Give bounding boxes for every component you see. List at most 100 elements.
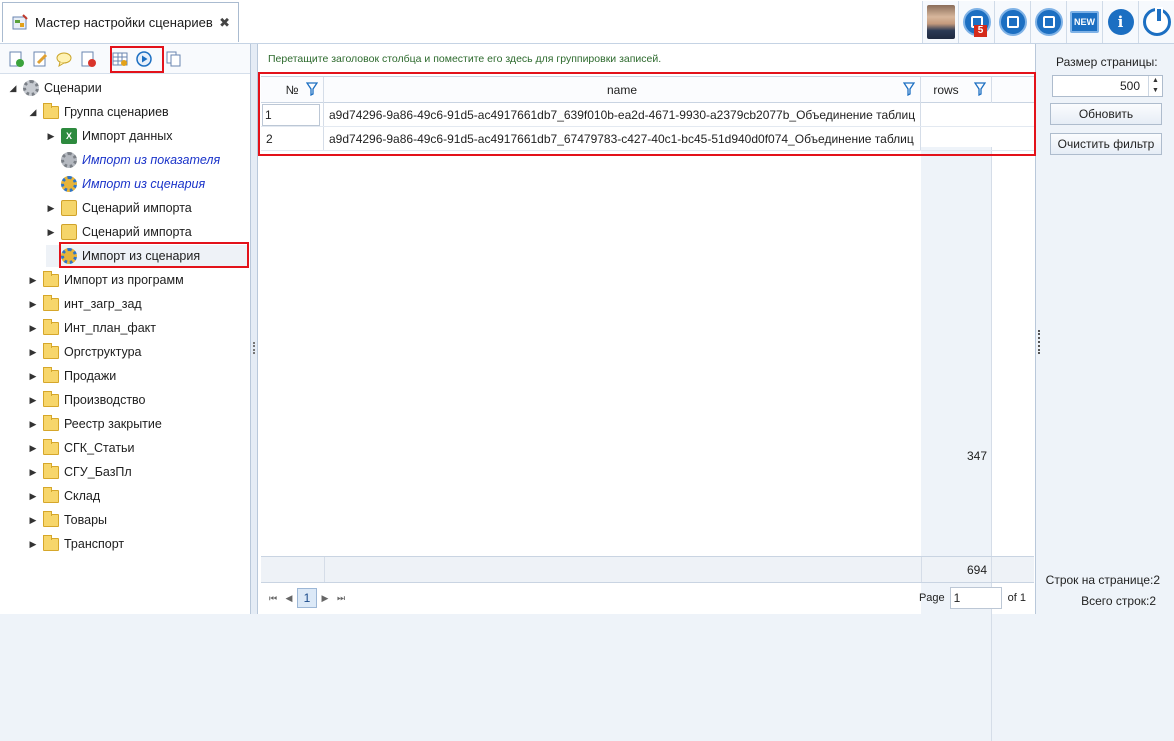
grid-icon — [998, 8, 1027, 36]
tree-folder[interactable]: ▶ Транспорт — [28, 533, 124, 555]
tree-item[interactable]: ▶ Сценарий импорта — [46, 221, 192, 243]
tree-root[interactable]: ◢ Сценарии — [8, 77, 102, 99]
tree-folder[interactable]: ▶ Инт_план_факт — [28, 317, 156, 339]
tree-item[interactable]: ▶ Сценарий импорта — [46, 197, 192, 219]
edit-icon[interactable] — [30, 49, 50, 69]
gear-icon — [61, 152, 77, 168]
gear-icon — [23, 80, 39, 96]
notifications-button[interactable]: 5 — [958, 1, 994, 43]
add-icon[interactable] — [6, 49, 26, 69]
copy-icon[interactable] — [164, 49, 184, 69]
folder-icon — [43, 294, 59, 311]
scenario-tree-panel: ◢ Сценарии ◢ Группа сценариев ▶ X Импорт… — [0, 44, 251, 614]
first-page-icon[interactable]: ⏮ — [265, 589, 281, 607]
collapse-arrow-icon[interactable]: ▶ — [28, 443, 38, 454]
toolbar-highlight — [110, 46, 164, 73]
folder-icon — [43, 318, 59, 335]
new-button[interactable]: NEW — [1066, 1, 1102, 43]
tree-folder[interactable]: ▶ СГК_Статьи — [28, 437, 135, 459]
wizard-icon — [12, 13, 28, 29]
tree-folder[interactable]: ▶ инт_загр_зад — [28, 293, 142, 315]
collapse-arrow-icon[interactable]: ▶ — [28, 323, 38, 334]
tree-folder[interactable]: ▶ Продажи — [28, 365, 116, 387]
collapse-arrow-icon[interactable]: ▶ — [28, 371, 38, 382]
total-rows-status: Всего строк:2 — [1081, 594, 1156, 608]
tree-folder-label: Инт_план_факт — [64, 321, 157, 335]
tree-folder[interactable]: ▶ СГУ_БазПл — [28, 461, 132, 483]
tree-group[interactable]: ◢ Группа сценариев — [28, 101, 169, 123]
gear-blue-icon — [61, 176, 77, 192]
script-icon — [61, 224, 77, 240]
tree-item-label: Сценарий импорта — [82, 225, 192, 239]
page-input[interactable]: 1 — [949, 587, 1002, 609]
close-icon[interactable]: ✖ — [219, 15, 230, 31]
tree-folder[interactable]: ▶ Склад — [28, 485, 100, 507]
group-by-hint[interactable]: Перетащите заголовок столбца и поместите… — [268, 53, 661, 65]
page-size-value: 500 — [1119, 79, 1140, 93]
tree-item[interactable]: ▶ X Импорт данных — [46, 125, 172, 147]
folder-icon — [43, 414, 59, 431]
tree-folder-label: Транспорт — [64, 537, 125, 551]
page-size-label: Размер страницы: — [1056, 55, 1158, 69]
collapse-arrow-icon[interactable]: ▶ — [28, 539, 38, 550]
collapse-arrow-icon[interactable]: ▶ — [28, 395, 38, 406]
info-button[interactable]: i — [1102, 1, 1138, 43]
page-label: Page — [918, 592, 945, 604]
folder-icon — [43, 534, 59, 551]
current-page-button[interactable]: 1 — [297, 588, 317, 608]
top-bar: Мастер настройки сценариев ✖ 5 NEW i — [0, 0, 1174, 44]
folder-icon — [43, 270, 59, 287]
tree-folder[interactable]: ▶ Товары — [28, 509, 107, 531]
power-icon — [1142, 7, 1171, 36]
tree-folder-label: СГК_Статьи — [64, 441, 135, 455]
collapse-arrow-icon[interactable]: ▶ — [46, 227, 56, 238]
collapse-arrow-icon[interactable]: ▶ — [28, 347, 38, 358]
collapse-arrow-icon[interactable]: ▶ — [46, 131, 56, 142]
tree-folder-label: Импорт из программ — [64, 273, 184, 287]
last-page-icon[interactable]: ⏭ — [333, 589, 349, 607]
tree-item-label: Импорт из сценария — [82, 177, 206, 191]
next-page-icon[interactable]: ▶ — [317, 589, 333, 607]
expand-arrow-icon[interactable]: ◢ — [28, 107, 38, 118]
pager: ⏮ ◀ 1 ▶ ⏭ Page 1 of 1 — [261, 585, 1034, 611]
refresh-button[interactable]: Обновить — [1050, 103, 1162, 125]
collapse-arrow-icon[interactable]: ▶ — [28, 515, 38, 526]
tree-item[interactable]: Импорт из показателя — [46, 149, 220, 171]
options-panel: Размер страницы: 500 ▲ ▼ Обновить Очистит… — [1042, 44, 1174, 614]
tree-item-label: Импорт данных — [82, 129, 173, 143]
collapse-arrow-icon[interactable]: ▶ — [28, 467, 38, 478]
spinner-arrows-icon[interactable]: ▲ ▼ — [1148, 76, 1162, 96]
tree-folder[interactable]: ▶ Производство — [28, 389, 146, 411]
grid-button[interactable] — [994, 1, 1030, 43]
tree-root-label: Сценарии — [44, 81, 102, 95]
collapse-arrow-icon[interactable]: ▶ — [28, 299, 38, 310]
tree-folder-label: инт_загр_зад — [64, 297, 142, 311]
user-avatar[interactable] — [922, 1, 958, 43]
tree-folder[interactable]: ▶ Импорт из программ — [28, 269, 184, 291]
folder-icon — [43, 486, 59, 503]
document-button[interactable] — [1030, 1, 1066, 43]
clear-filter-button[interactable]: Очистить фильтр — [1050, 133, 1162, 155]
cell-rows[interactable]: 347 — [921, 171, 992, 741]
delete-icon[interactable] — [78, 49, 98, 69]
collapse-arrow-icon[interactable]: ▶ — [28, 491, 38, 502]
tree-folder[interactable]: ▶ Оргструктура — [28, 341, 141, 363]
tree-folder-label: СГУ_БазПл — [64, 465, 132, 479]
tab-scenario-wizard[interactable]: Мастер настройки сценариев ✖ — [2, 2, 239, 42]
info-icon: i — [1107, 9, 1134, 35]
collapse-arrow-icon[interactable]: ▶ — [28, 419, 38, 430]
tree-folder-label: Товары — [64, 513, 107, 527]
power-button[interactable] — [1138, 1, 1174, 43]
page-size-input[interactable]: 500 ▲ ▼ — [1052, 75, 1163, 97]
comment-icon[interactable] — [54, 49, 74, 69]
collapse-arrow-icon[interactable]: ▶ — [46, 203, 56, 214]
data-grid-panel: Перетащите заголовок столбца и поместите… — [257, 44, 1036, 741]
tree-item[interactable]: Импорт из сценария — [46, 173, 205, 195]
prev-page-icon[interactable]: ◀ — [281, 589, 297, 607]
expand-arrow-icon[interactable]: ◢ — [8, 83, 18, 94]
total-rows-sum: 694 — [921, 557, 992, 582]
excel-icon: X — [61, 128, 77, 144]
avatar — [926, 5, 955, 39]
collapse-arrow-icon[interactable]: ▶ — [28, 275, 38, 286]
tree-folder[interactable]: ▶ Реестр закрытие — [28, 413, 162, 435]
